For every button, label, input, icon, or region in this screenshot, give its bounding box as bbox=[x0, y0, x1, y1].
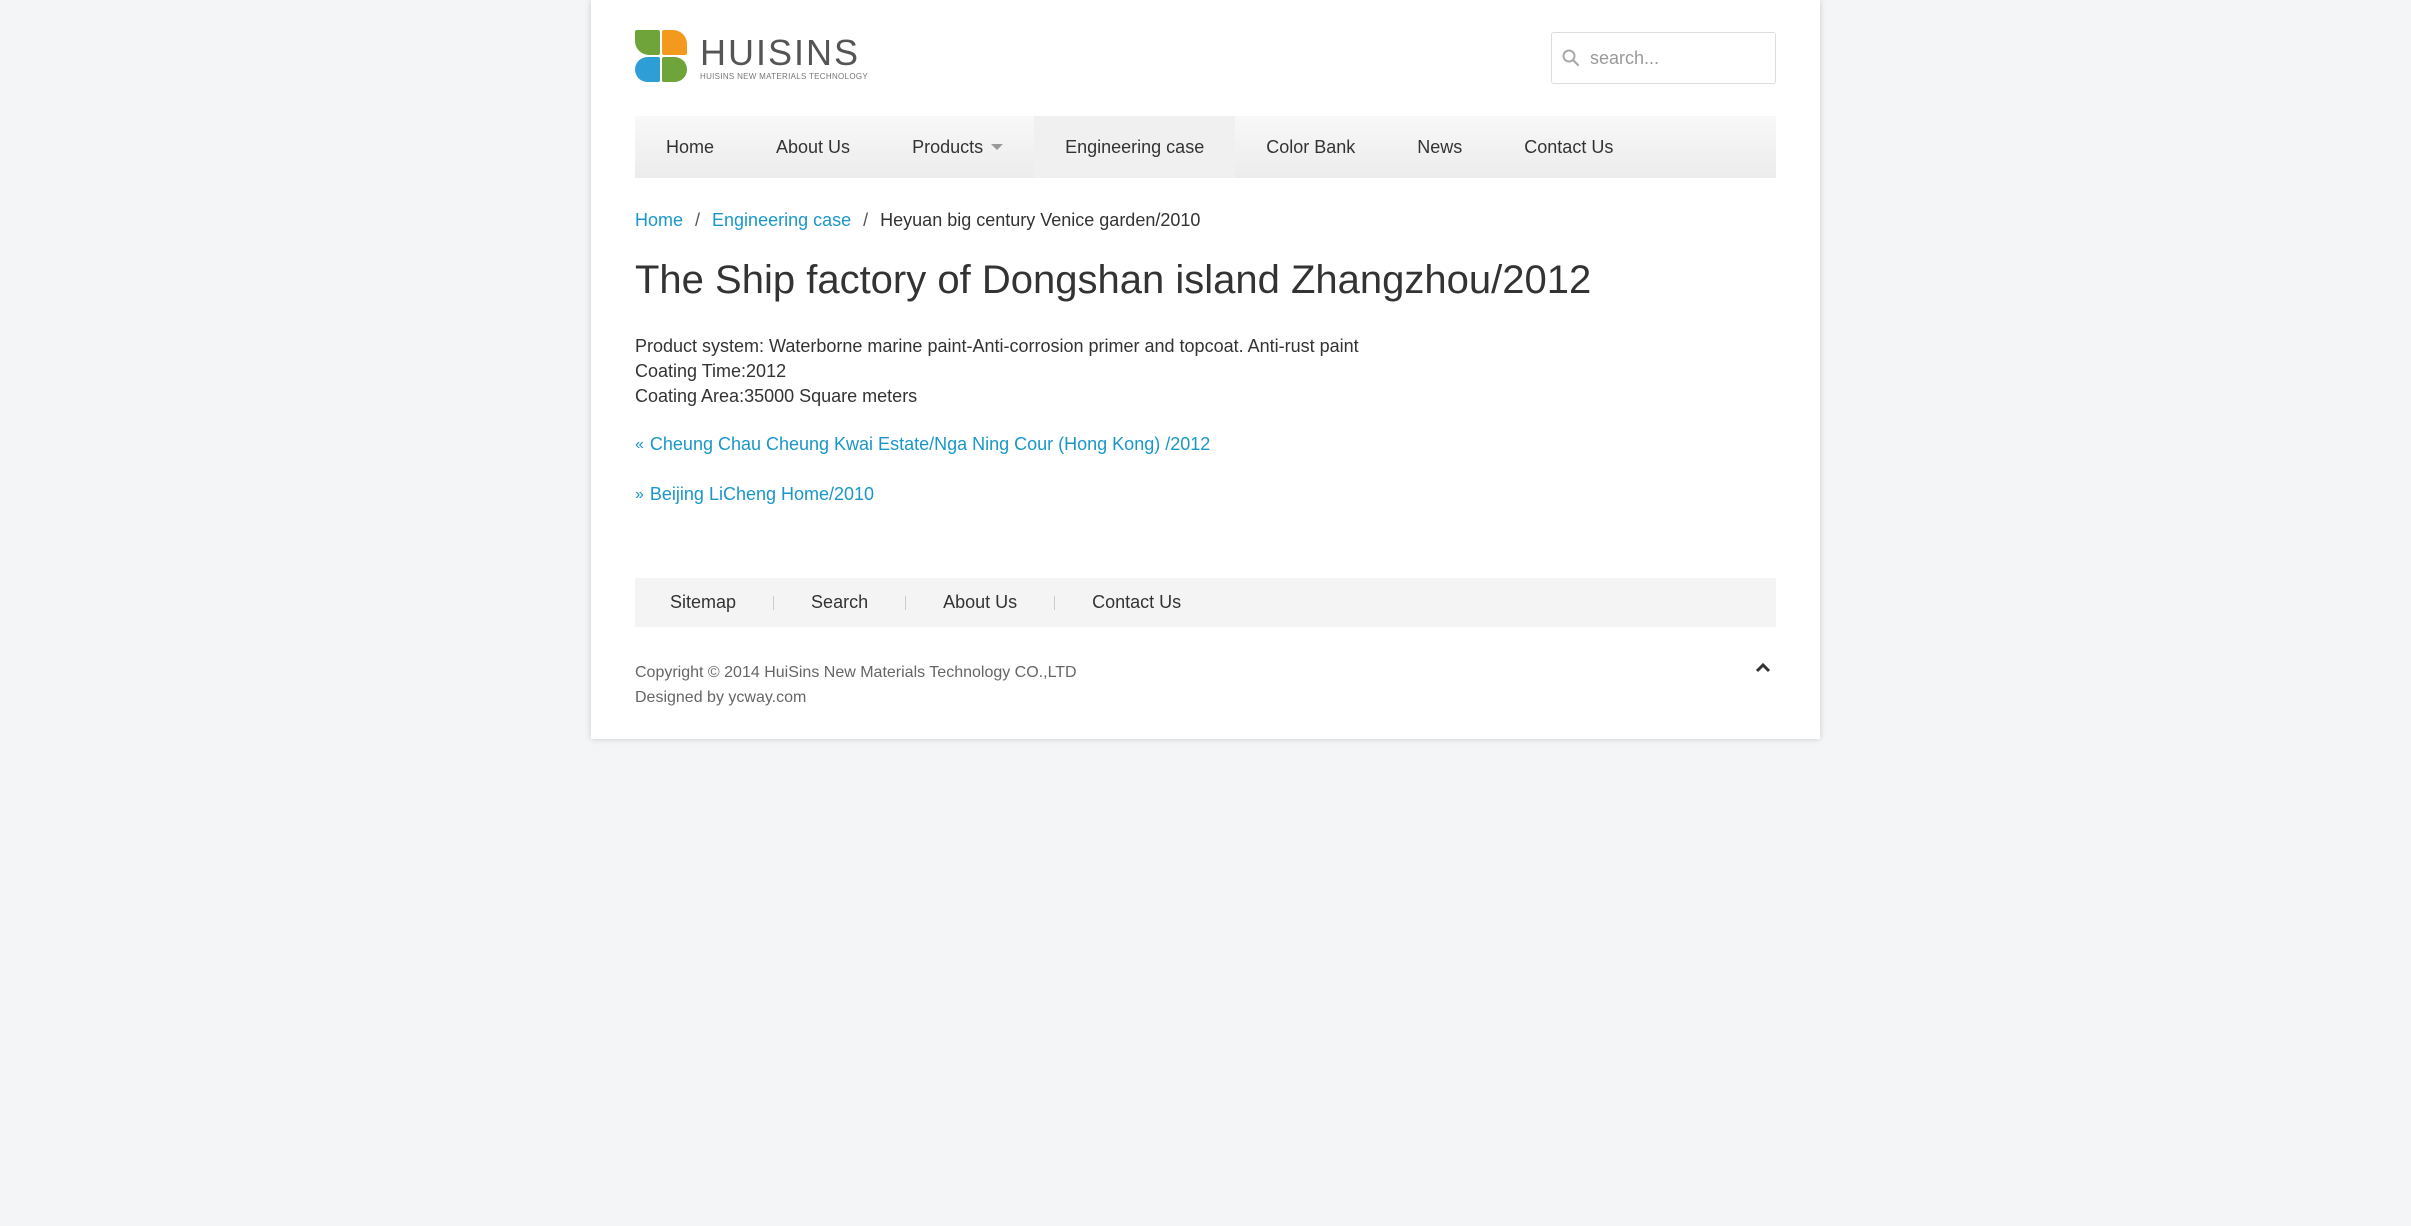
nav-item-products[interactable]: Products bbox=[881, 116, 1034, 178]
article-content: Product system: Waterborne marine paint-… bbox=[635, 334, 1359, 409]
footer-nav: Sitemap Search About Us Contact Us bbox=[635, 578, 1776, 627]
footer-link-about-us[interactable]: About Us bbox=[943, 592, 1017, 613]
breadcrumb: Home / Engineering case / Heyuan big cen… bbox=[635, 210, 1200, 231]
breadcrumb-separator: / bbox=[863, 210, 869, 230]
breadcrumb-current: Heyuan big century Venice garden/2010 bbox=[880, 210, 1201, 230]
double-chevron-left-icon: « bbox=[635, 435, 644, 453]
breadcrumb-engineering-case-link[interactable]: Engineering case bbox=[712, 210, 851, 231]
nav-item-color-bank[interactable]: Color Bank bbox=[1235, 116, 1386, 178]
search-icon[interactable] bbox=[1562, 49, 1580, 67]
nav-item-about-us[interactable]: About Us bbox=[745, 116, 881, 178]
next-post-label: Beijing LiCheng Home/2010 bbox=[649, 484, 875, 504]
page-container: HUISINS HUISINS NEW MATERIALS TECHNOLOGY… bbox=[591, 0, 1820, 739]
copyright-text: Copyright © 2014 HuiSins New Materials T… bbox=[635, 664, 1077, 681]
nav-item-engineering-case[interactable]: Engineering case bbox=[1034, 116, 1236, 178]
footer-link-contact-us[interactable]: Contact Us bbox=[1092, 592, 1181, 613]
double-chevron-right-icon: » bbox=[635, 485, 644, 503]
footer-link-sitemap[interactable]: Sitemap bbox=[670, 592, 736, 613]
product-system-line: Product system: Waterborne marine paint-… bbox=[635, 336, 1359, 356]
breadcrumb-home-link[interactable]: Home bbox=[635, 210, 683, 231]
coating-area-line: Coating Area:35000 Square meters bbox=[635, 386, 918, 406]
caret-down-icon bbox=[991, 144, 1004, 150]
next-post-link[interactable]: » Beijing LiCheng Home/2010 bbox=[635, 484, 874, 505]
logo-tagline: HUISINS NEW MATERIALS TECHNOLOGY bbox=[700, 72, 868, 81]
footer-divider bbox=[1054, 595, 1056, 610]
prev-post-link[interactable]: « Cheung Chau Cheung Kwai Estate/Nga Nin… bbox=[635, 434, 1210, 455]
footer-divider bbox=[773, 595, 775, 610]
prev-post-label: Cheung Chau Cheung Kwai Estate/Nga Ning … bbox=[649, 434, 1211, 454]
nav-item-home[interactable]: Home bbox=[635, 116, 745, 178]
breadcrumb-separator: / bbox=[695, 210, 701, 230]
nav-item-news[interactable]: News bbox=[1386, 116, 1493, 178]
back-to-top-button[interactable] bbox=[1755, 660, 1771, 681]
logo-name: HUISINS bbox=[700, 32, 861, 73]
logo-mark-icon bbox=[635, 30, 687, 83]
nav-item-contact-us[interactable]: Contact Us bbox=[1493, 116, 1644, 178]
coating-time-line: Coating Time:2012 bbox=[635, 361, 787, 381]
search-input[interactable] bbox=[1590, 47, 1760, 69]
page-title: The Ship factory of Dongshan island Zhan… bbox=[635, 258, 1592, 302]
main-nav: Home About Us Products Engineering case … bbox=[635, 116, 1776, 178]
footer-divider bbox=[905, 595, 907, 610]
chevron-up-icon bbox=[1755, 662, 1771, 673]
designed-by-text: Designed by ycway.com bbox=[635, 689, 807, 706]
header: HUISINS HUISINS NEW MATERIALS TECHNOLOGY bbox=[591, 0, 1820, 116]
footer-copyright: Copyright © 2014 HuiSins New Materials T… bbox=[635, 660, 1077, 710]
search-box bbox=[1551, 32, 1776, 84]
footer-link-search[interactable]: Search bbox=[811, 592, 868, 613]
logo[interactable]: HUISINS HUISINS NEW MATERIALS TECHNOLOGY bbox=[635, 30, 868, 83]
